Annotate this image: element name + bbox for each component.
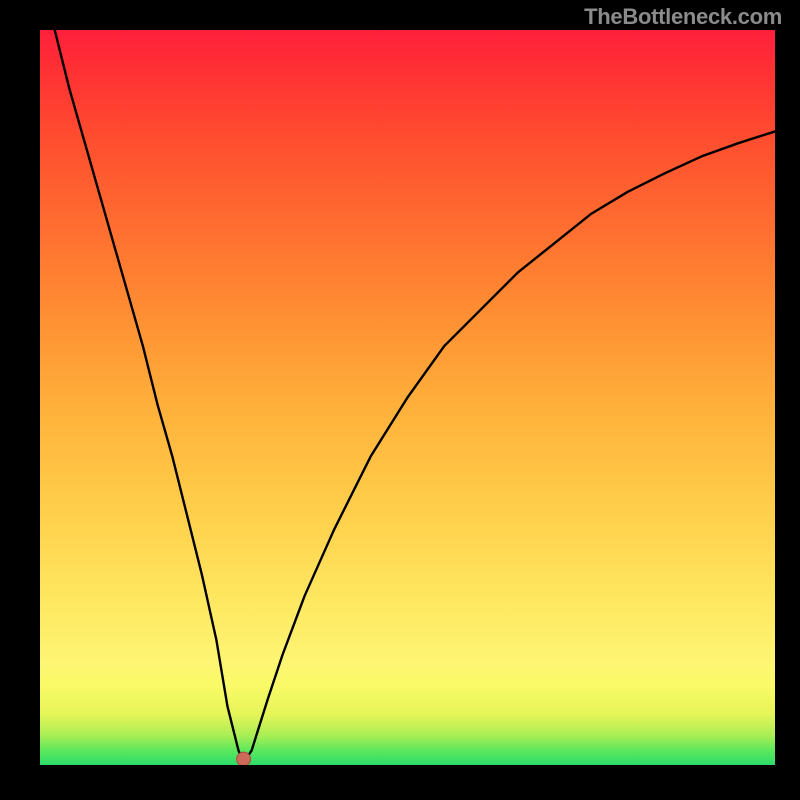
chart-frame: TheBottleneck.com: [0, 0, 800, 800]
marker-dot: [237, 752, 251, 765]
plot-area: [40, 30, 775, 765]
bottleneck-curve: [40, 30, 775, 763]
curve-svg: [40, 30, 775, 765]
watermark-text: TheBottleneck.com: [584, 4, 782, 30]
